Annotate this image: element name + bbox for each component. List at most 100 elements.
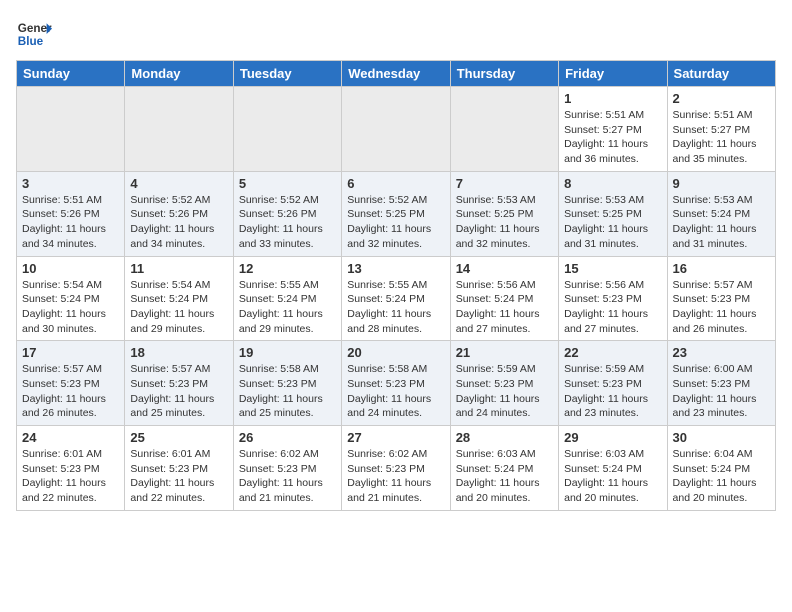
day-number: 18 bbox=[130, 345, 227, 360]
weekday-header-row: SundayMondayTuesdayWednesdayThursdayFrid… bbox=[17, 61, 776, 87]
day-info: Sunrise: 6:02 AM Sunset: 5:23 PM Dayligh… bbox=[239, 447, 336, 506]
weekday-header-thursday: Thursday bbox=[450, 61, 558, 87]
calendar-cell: 14 Sunrise: 5:56 AM Sunset: 5:24 PM Dayli… bbox=[450, 256, 558, 341]
calendar-cell: 18 Sunrise: 5:57 AM Sunset: 5:23 PM Dayli… bbox=[125, 341, 233, 426]
day-info: Sunrise: 6:03 AM Sunset: 5:24 PM Dayligh… bbox=[456, 447, 553, 506]
day-info: Sunrise: 5:54 AM Sunset: 5:24 PM Dayligh… bbox=[22, 278, 119, 337]
day-info: Sunrise: 5:56 AM Sunset: 5:23 PM Dayligh… bbox=[564, 278, 661, 337]
day-info: Sunrise: 5:57 AM Sunset: 5:23 PM Dayligh… bbox=[130, 362, 227, 421]
week-row-2: 3 Sunrise: 5:51 AM Sunset: 5:26 PM Daylig… bbox=[17, 171, 776, 256]
day-number: 23 bbox=[673, 345, 770, 360]
calendar-cell: 15 Sunrise: 5:56 AM Sunset: 5:23 PM Dayli… bbox=[559, 256, 667, 341]
weekday-header-friday: Friday bbox=[559, 61, 667, 87]
day-info: Sunrise: 5:55 AM Sunset: 5:24 PM Dayligh… bbox=[239, 278, 336, 337]
day-info: Sunrise: 5:53 AM Sunset: 5:25 PM Dayligh… bbox=[564, 193, 661, 252]
calendar-cell bbox=[233, 87, 341, 172]
day-info: Sunrise: 5:51 AM Sunset: 5:27 PM Dayligh… bbox=[564, 108, 661, 167]
calendar-cell: 22 Sunrise: 5:59 AM Sunset: 5:23 PM Dayli… bbox=[559, 341, 667, 426]
day-info: Sunrise: 5:51 AM Sunset: 5:27 PM Dayligh… bbox=[673, 108, 770, 167]
calendar-cell: 19 Sunrise: 5:58 AM Sunset: 5:23 PM Dayli… bbox=[233, 341, 341, 426]
day-number: 30 bbox=[673, 430, 770, 445]
day-number: 29 bbox=[564, 430, 661, 445]
day-number: 10 bbox=[22, 261, 119, 276]
week-row-3: 10 Sunrise: 5:54 AM Sunset: 5:24 PM Dayli… bbox=[17, 256, 776, 341]
calendar-cell: 23Sunrise: 6:00 AM Sunset: 5:23 PM Dayli… bbox=[667, 341, 775, 426]
day-info: Sunrise: 5:57 AM Sunset: 5:23 PM Dayligh… bbox=[673, 278, 770, 337]
calendar-cell: 29 Sunrise: 6:03 AM Sunset: 5:24 PM Dayli… bbox=[559, 426, 667, 511]
calendar-cell: 3 Sunrise: 5:51 AM Sunset: 5:26 PM Daylig… bbox=[17, 171, 125, 256]
calendar-cell: 4 Sunrise: 5:52 AM Sunset: 5:26 PM Daylig… bbox=[125, 171, 233, 256]
day-info: Sunrise: 6:03 AM Sunset: 5:24 PM Dayligh… bbox=[564, 447, 661, 506]
day-number: 3 bbox=[22, 176, 119, 191]
day-info: Sunrise: 6:04 AM Sunset: 5:24 PM Dayligh… bbox=[673, 447, 770, 506]
calendar-cell bbox=[450, 87, 558, 172]
calendar-cell: 17 Sunrise: 5:57 AM Sunset: 5:23 PM Dayli… bbox=[17, 341, 125, 426]
day-number: 15 bbox=[564, 261, 661, 276]
week-row-5: 24 Sunrise: 6:01 AM Sunset: 5:23 PM Dayli… bbox=[17, 426, 776, 511]
day-info: Sunrise: 5:56 AM Sunset: 5:24 PM Dayligh… bbox=[456, 278, 553, 337]
calendar-cell bbox=[125, 87, 233, 172]
day-number: 6 bbox=[347, 176, 444, 191]
day-number: 24 bbox=[22, 430, 119, 445]
day-number: 21 bbox=[456, 345, 553, 360]
day-info: Sunrise: 5:51 AM Sunset: 5:26 PM Dayligh… bbox=[22, 193, 119, 252]
day-number: 5 bbox=[239, 176, 336, 191]
day-number: 26 bbox=[239, 430, 336, 445]
weekday-header-monday: Monday bbox=[125, 61, 233, 87]
day-number: 22 bbox=[564, 345, 661, 360]
calendar-cell: 2 Sunrise: 5:51 AM Sunset: 5:27 PM Daylig… bbox=[667, 87, 775, 172]
day-info: Sunrise: 6:02 AM Sunset: 5:23 PM Dayligh… bbox=[347, 447, 444, 506]
day-number: 2 bbox=[673, 91, 770, 106]
day-number: 1 bbox=[564, 91, 661, 106]
day-number: 8 bbox=[564, 176, 661, 191]
day-number: 17 bbox=[22, 345, 119, 360]
svg-text:Blue: Blue bbox=[18, 35, 44, 48]
day-info: Sunrise: 5:59 AM Sunset: 5:23 PM Dayligh… bbox=[456, 362, 553, 421]
calendar-cell: 16 Sunrise: 5:57 AM Sunset: 5:23 PM Dayli… bbox=[667, 256, 775, 341]
calendar-cell: 28 Sunrise: 6:03 AM Sunset: 5:24 PM Dayli… bbox=[450, 426, 558, 511]
day-info: Sunrise: 5:55 AM Sunset: 5:24 PM Dayligh… bbox=[347, 278, 444, 337]
day-info: Sunrise: 5:58 AM Sunset: 5:23 PM Dayligh… bbox=[239, 362, 336, 421]
calendar-cell: 13 Sunrise: 5:55 AM Sunset: 5:24 PM Dayli… bbox=[342, 256, 450, 341]
calendar-table: SundayMondayTuesdayWednesdayThursdayFrid… bbox=[16, 60, 776, 511]
calendar-cell: 12 Sunrise: 5:55 AM Sunset: 5:24 PM Dayli… bbox=[233, 256, 341, 341]
calendar-cell: 20 Sunrise: 5:58 AM Sunset: 5:23 PM Dayli… bbox=[342, 341, 450, 426]
day-number: 7 bbox=[456, 176, 553, 191]
day-info: Sunrise: 5:52 AM Sunset: 5:25 PM Dayligh… bbox=[347, 193, 444, 252]
day-info: Sunrise: 5:57 AM Sunset: 5:23 PM Dayligh… bbox=[22, 362, 119, 421]
calendar-cell bbox=[342, 87, 450, 172]
week-row-1: 1 Sunrise: 5:51 AM Sunset: 5:27 PM Daylig… bbox=[17, 87, 776, 172]
logo-icon: General Blue bbox=[16, 16, 52, 52]
weekday-header-tuesday: Tuesday bbox=[233, 61, 341, 87]
weekday-header-wednesday: Wednesday bbox=[342, 61, 450, 87]
day-info: Sunrise: 5:52 AM Sunset: 5:26 PM Dayligh… bbox=[130, 193, 227, 252]
calendar-cell: 26 Sunrise: 6:02 AM Sunset: 5:23 PM Dayli… bbox=[233, 426, 341, 511]
calendar-cell bbox=[17, 87, 125, 172]
day-number: 4 bbox=[130, 176, 227, 191]
day-number: 19 bbox=[239, 345, 336, 360]
day-number: 25 bbox=[130, 430, 227, 445]
day-number: 20 bbox=[347, 345, 444, 360]
calendar-cell: 1 Sunrise: 5:51 AM Sunset: 5:27 PM Daylig… bbox=[559, 87, 667, 172]
day-number: 16 bbox=[673, 261, 770, 276]
day-number: 11 bbox=[130, 261, 227, 276]
day-info: Sunrise: 6:01 AM Sunset: 5:23 PM Dayligh… bbox=[130, 447, 227, 506]
day-info: Sunrise: 6:01 AM Sunset: 5:23 PM Dayligh… bbox=[22, 447, 119, 506]
calendar-cell: 27Sunrise: 6:02 AM Sunset: 5:23 PM Dayli… bbox=[342, 426, 450, 511]
day-info: Sunrise: 5:58 AM Sunset: 5:23 PM Dayligh… bbox=[347, 362, 444, 421]
day-number: 12 bbox=[239, 261, 336, 276]
week-row-4: 17 Sunrise: 5:57 AM Sunset: 5:23 PM Dayli… bbox=[17, 341, 776, 426]
day-number: 28 bbox=[456, 430, 553, 445]
day-number: 14 bbox=[456, 261, 553, 276]
weekday-header-sunday: Sunday bbox=[17, 61, 125, 87]
calendar-cell: 24 Sunrise: 6:01 AM Sunset: 5:23 PM Dayli… bbox=[17, 426, 125, 511]
day-number: 13 bbox=[347, 261, 444, 276]
calendar-cell: 6 Sunrise: 5:52 AM Sunset: 5:25 PM Daylig… bbox=[342, 171, 450, 256]
weekday-header-saturday: Saturday bbox=[667, 61, 775, 87]
day-info: Sunrise: 5:53 AM Sunset: 5:25 PM Dayligh… bbox=[456, 193, 553, 252]
day-info: Sunrise: 5:53 AM Sunset: 5:24 PM Dayligh… bbox=[673, 193, 770, 252]
day-info: Sunrise: 5:54 AM Sunset: 5:24 PM Dayligh… bbox=[130, 278, 227, 337]
calendar-cell: 11 Sunrise: 5:54 AM Sunset: 5:24 PM Dayli… bbox=[125, 256, 233, 341]
calendar-cell: 30 Sunrise: 6:04 AM Sunset: 5:24 PM Dayli… bbox=[667, 426, 775, 511]
day-info: Sunrise: 5:59 AM Sunset: 5:23 PM Dayligh… bbox=[564, 362, 661, 421]
